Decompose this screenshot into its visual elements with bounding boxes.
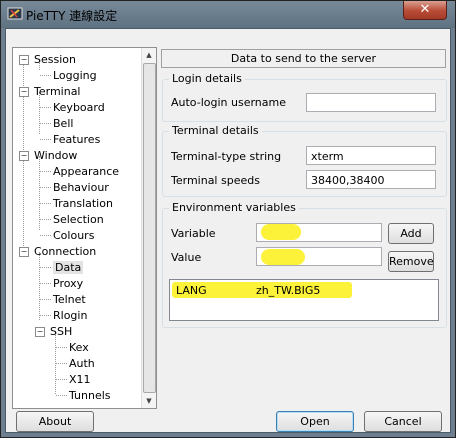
terminal-type-input[interactable]: xterm (306, 146, 436, 165)
tree-item-label: Keyboard (53, 101, 105, 114)
tree-item-label: Proxy (53, 277, 84, 290)
open-button[interactable]: Open (276, 411, 354, 432)
group-title: Login details (169, 72, 245, 85)
scroll-thumb[interactable] (143, 63, 156, 393)
panel-header: Data to send to the server (161, 49, 446, 68)
scroll-down-arrow[interactable]: ▼ (142, 394, 156, 408)
tree-line (40, 139, 51, 140)
add-button[interactable]: Add (388, 223, 434, 244)
collapse-icon[interactable]: − (35, 327, 45, 337)
tree-item-label: Kex (69, 341, 89, 354)
tree-line (40, 171, 51, 172)
highlight-mark (261, 224, 301, 240)
collapse-icon[interactable]: − (19, 87, 29, 97)
tree-item-label: Logging (53, 69, 97, 82)
tree-line (40, 235, 51, 236)
close-button[interactable]: ✕ (403, 1, 447, 20)
tree-line (40, 187, 51, 188)
tree-item-label: Selection (53, 213, 104, 226)
tree-item-label: Behaviour (53, 181, 109, 194)
tree-item-label: Bell (53, 117, 74, 130)
tree-item-label: Colours (53, 229, 95, 242)
tree-line (40, 107, 51, 108)
tree-line (40, 123, 51, 124)
env-var-value: zh_TW.BIG5 (256, 284, 321, 297)
tree-scrollbar[interactable]: ▲ ▼ (141, 48, 156, 408)
variable-label: Variable (171, 227, 216, 240)
tree-item-label: Connection (34, 245, 97, 258)
tree-item-label: Rlogin (53, 309, 88, 322)
tree-item-label: Translation (53, 197, 113, 210)
pietty-app-icon (7, 7, 23, 20)
collapse-icon[interactable]: − (19, 247, 29, 257)
highlight-mark (261, 249, 305, 265)
group-title: Terminal details (169, 124, 262, 137)
tree-item-label: Appearance (53, 165, 120, 178)
cancel-button[interactable]: Cancel (364, 411, 442, 432)
tree-item-label: Features (53, 133, 101, 146)
autologin-username-input[interactable] (306, 93, 436, 112)
list-item[interactable]: LANG zh_TW.BIG5 (176, 283, 426, 298)
terminal-type-label: Terminal-type string (171, 150, 282, 163)
tree-line (40, 315, 51, 316)
tree-line (40, 75, 51, 76)
window-title: PieTTY 連線設定 (26, 9, 118, 23)
tree-line (40, 203, 51, 204)
collapse-icon[interactable]: − (19, 151, 29, 161)
title-bar[interactable]: PieTTY 連線設定 ✕ (1, 1, 455, 28)
tree-item-label: Terminal (34, 85, 81, 98)
dialog-client-area: − Session Logging − Terminal Keyboard Be… (5, 28, 451, 433)
value-label: Value (171, 251, 202, 264)
env-var-name: LANG (176, 284, 207, 297)
tree-item-appearance[interactable]: Appearance (40, 164, 119, 179)
collapse-icon[interactable]: − (19, 55, 29, 65)
about-button[interactable]: About (16, 411, 94, 432)
tree-line (56, 395, 67, 396)
tree-line (56, 347, 67, 348)
tree-item-label: X11 (69, 373, 91, 386)
environment-variables-list[interactable]: LANG zh_TW.BIG5 (169, 279, 439, 321)
close-icon: ✕ (419, 2, 431, 17)
remove-button[interactable]: Remove (388, 251, 434, 272)
dialog-window: PieTTY 連線設定 ✕ − Session Logging − Termin… (0, 0, 456, 438)
tree-line (56, 363, 67, 364)
autologin-label: Auto-login username (171, 96, 287, 109)
tree-item-label: SSH (50, 325, 73, 338)
tree-item-label: Auth (69, 357, 95, 370)
tree-line (40, 267, 51, 268)
tree-item-label: Window (34, 149, 78, 162)
category-tree[interactable]: − Session Logging − Terminal Keyboard Be… (12, 47, 157, 409)
terminal-speeds-label: Terminal speeds (171, 174, 260, 187)
scroll-up-arrow[interactable]: ▲ (142, 48, 156, 62)
tree-line (56, 379, 67, 380)
tree-line (40, 219, 51, 220)
tree-item-label: Telnet (53, 293, 86, 306)
tree-item-label: Session (34, 53, 76, 66)
group-title: Environment variables (169, 201, 299, 214)
terminal-speeds-input[interactable]: 38400,38400 (306, 170, 436, 189)
tree-line (40, 283, 51, 284)
tree-line (40, 299, 51, 300)
tree-item-label: Tunnels (69, 389, 111, 402)
tree-item-label: Data (53, 261, 84, 274)
